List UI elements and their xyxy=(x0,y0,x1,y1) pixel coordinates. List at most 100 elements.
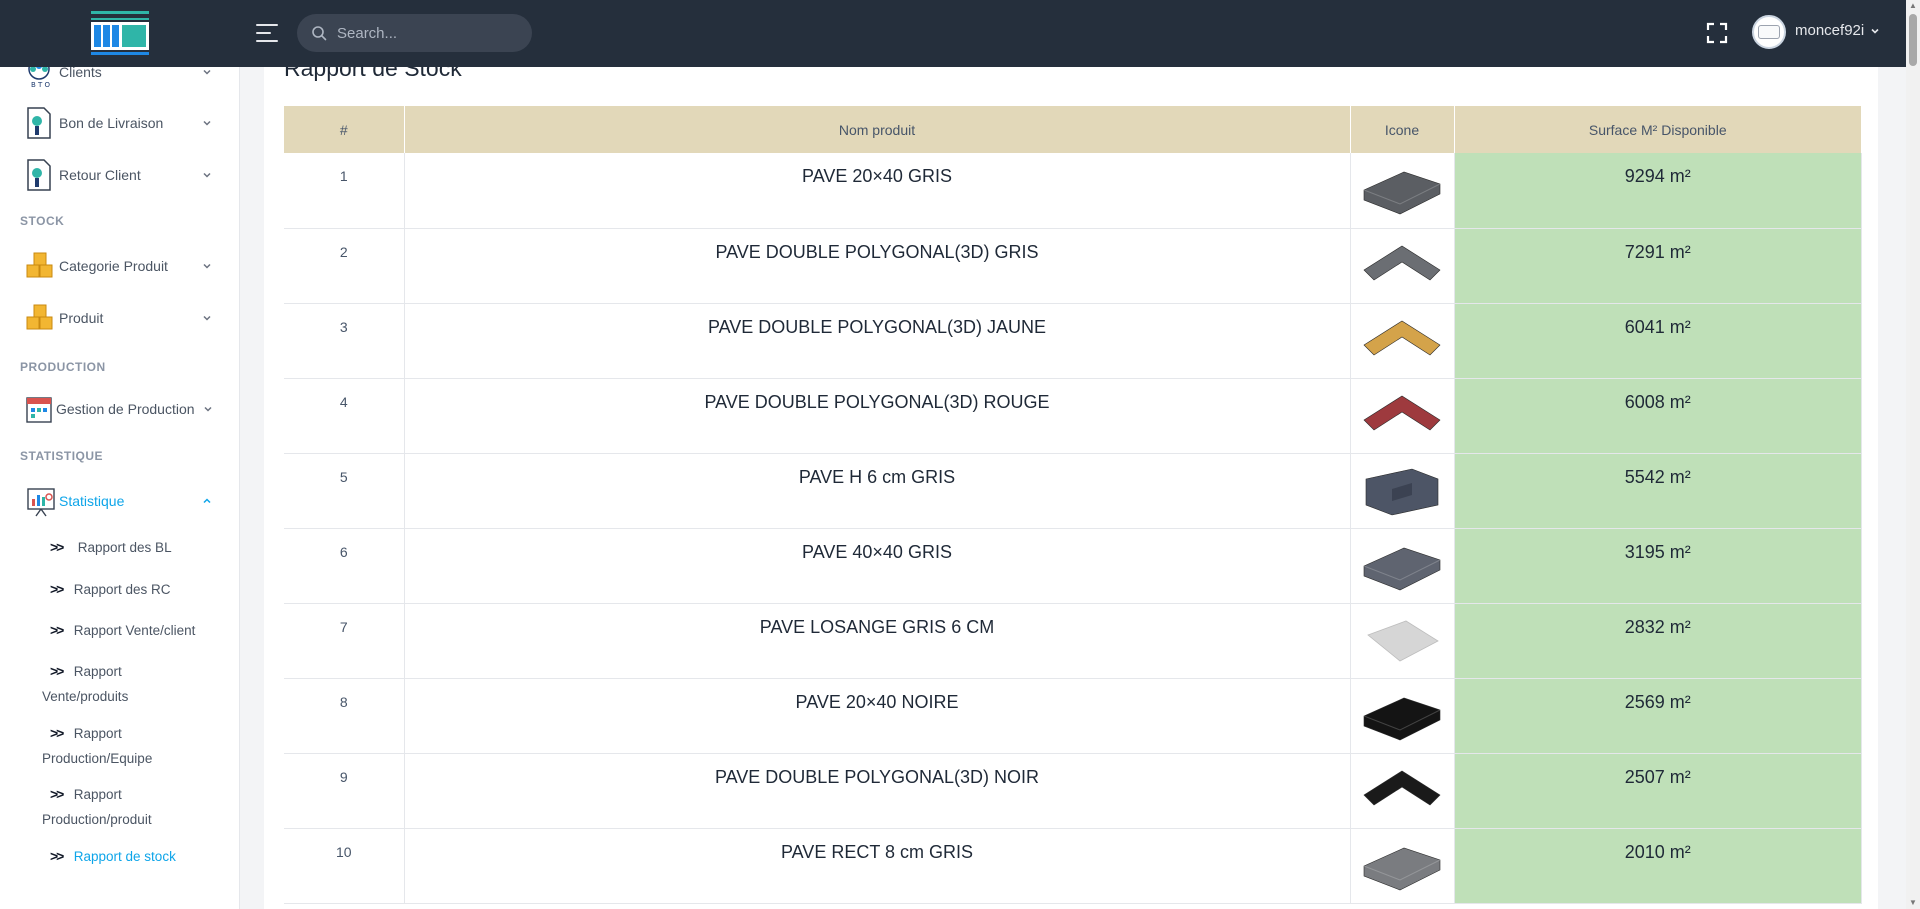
cell-product-name: PAVE RECT 8 cm GRIS xyxy=(404,828,1351,904)
scroll-up-arrow[interactable]: ▲ xyxy=(1909,2,1917,10)
production-calendar-icon xyxy=(26,397,52,423)
column-header-index[interactable]: # xyxy=(284,106,405,153)
sidebar: B T O Clients Bon de Livraison Retour Cl… xyxy=(0,67,240,909)
table-header-row: # Nom produit Icone Surface M² Disponibl… xyxy=(284,106,1862,153)
cell-product-name: PAVE 20×40 NOIRE xyxy=(404,678,1351,754)
cell-index: 6 xyxy=(284,528,405,604)
sidebar-subitem-rapport-bl[interactable]: >> Rapport des BL xyxy=(50,535,230,560)
chevron-down-icon xyxy=(204,406,212,412)
paver-rect-gray-icon xyxy=(1362,171,1442,222)
paver-h-gray-icon xyxy=(1362,468,1442,523)
cell-surface: 7291 m² xyxy=(1454,228,1862,304)
cell-index: 2 xyxy=(284,228,405,304)
hamburger-line xyxy=(256,24,278,26)
sidebar-item-label: Gestion de Production xyxy=(56,401,195,417)
column-header-surface[interactable]: Surface M² Disponible xyxy=(1454,106,1862,153)
table-row[interactable]: 4 PAVE DOUBLE POLYGONAL(3D) ROUGE 6008 m² xyxy=(284,378,1862,454)
paver-rect-black-icon xyxy=(1362,697,1442,748)
cell-product-name: PAVE DOUBLE POLYGONAL(3D) GRIS xyxy=(404,228,1351,304)
cell-icon xyxy=(1350,378,1455,454)
cell-index: 7 xyxy=(284,603,405,679)
table-row[interactable]: 3 PAVE DOUBLE POLYGONAL(3D) JAUNE 6041 m² xyxy=(284,303,1862,379)
cell-icon xyxy=(1350,453,1455,529)
paver-square-gray-icon xyxy=(1362,547,1442,598)
table-row[interactable]: 5 PAVE H 6 cm GRIS 5542 m² xyxy=(284,453,1862,529)
subitem-label: Rapport xyxy=(73,664,122,679)
cell-icon xyxy=(1350,528,1455,604)
sidebar-subitem-rapport-rc[interactable]: >> Rapport des RC xyxy=(50,577,230,602)
cell-index: 8 xyxy=(284,678,405,754)
cell-product-name: PAVE DOUBLE POLYGONAL(3D) NOIR xyxy=(404,753,1351,829)
sidebar-subitem-rapport-production-equipe[interactable]: >> Rapport Production/Equipe xyxy=(42,721,230,771)
user-menu[interactable]: moncef92i xyxy=(1795,22,1880,39)
section-statistique: STATISTIQUE xyxy=(20,449,104,463)
paver-chevron-black-icon xyxy=(1362,770,1442,823)
chevron-down-icon xyxy=(203,172,211,178)
sidebar-item-bon-de-livraison[interactable]: Bon de Livraison xyxy=(0,103,239,143)
menu-toggle-button[interactable] xyxy=(254,21,280,45)
scroll-thumb[interactable] xyxy=(1909,14,1917,66)
sidebar-item-gestion-de-production[interactable]: Gestion de Production xyxy=(0,389,239,429)
subitem-label: Rapport xyxy=(73,787,122,802)
chevron-down-icon xyxy=(203,120,211,126)
section-production: PRODUCTION xyxy=(20,360,106,374)
cell-surface: 6041 m² xyxy=(1454,303,1862,379)
double-chevron-icon: >> xyxy=(50,725,64,741)
table-row[interactable]: 9 PAVE DOUBLE POLYGONAL(3D) NOIR 2507 m² xyxy=(284,753,1862,829)
paver-chevron-red-icon xyxy=(1362,395,1442,448)
cell-icon xyxy=(1350,153,1455,229)
cell-surface: 2569 m² xyxy=(1454,678,1862,754)
table-row[interactable]: 7 PAVE LOSANGE GRIS 6 CM 2832 m² xyxy=(284,603,1862,679)
avatar[interactable] xyxy=(1752,15,1786,49)
cell-surface: 6008 m² xyxy=(1454,378,1862,454)
top-bar: moncef92i xyxy=(0,0,1906,67)
sidebar-item-statistique[interactable]: Statistique xyxy=(0,481,239,521)
sidebar-item-categorie-produit[interactable]: Categorie Produit xyxy=(0,246,239,286)
stock-table: # Nom produit Icone Surface M² Disponibl… xyxy=(284,106,1862,904)
search-box[interactable] xyxy=(297,14,532,52)
table-row[interactable]: 10 PAVE RECT 8 cm GRIS 2010 m² xyxy=(284,828,1862,904)
column-header-name[interactable]: Nom produit xyxy=(404,106,1351,153)
cell-index: 5 xyxy=(284,453,405,529)
table-row[interactable]: 2 PAVE DOUBLE POLYGONAL(3D) GRIS 7291 m² xyxy=(284,228,1862,304)
sidebar-item-produit[interactable]: Produit xyxy=(0,298,239,338)
search-icon xyxy=(312,26,327,41)
table-row[interactable]: 1 PAVE 20×40 GRIS 9294 m² xyxy=(284,153,1862,229)
double-chevron-icon: >> xyxy=(50,539,64,555)
chevron-down-icon xyxy=(203,69,211,75)
sidebar-subitem-rapport-de-stock[interactable]: >> Rapport de stock xyxy=(50,844,230,869)
sidebar-subitem-rapport-production-produit[interactable]: >> Rapport Production/produit xyxy=(42,782,230,832)
double-chevron-icon: >> xyxy=(50,848,64,864)
search-input[interactable] xyxy=(337,24,517,42)
company-logo[interactable] xyxy=(87,7,153,61)
delivery-note-icon xyxy=(27,107,51,139)
table-row[interactable]: 8 PAVE 20×40 NOIRE 2569 m² xyxy=(284,678,1862,754)
table-row[interactable]: 6 PAVE 40×40 GRIS 3195 m² xyxy=(284,528,1862,604)
scroll-down-arrow[interactable]: ▼ xyxy=(1909,899,1917,907)
sidebar-item-clients[interactable]: B T O Clients xyxy=(0,67,239,92)
section-stock: STOCK xyxy=(20,214,65,228)
cell-surface: 2507 m² xyxy=(1454,753,1862,829)
statistics-board-icon xyxy=(27,488,55,517)
subitem-label-line2: Production/Equipe xyxy=(42,751,153,766)
sidebar-subitem-rapport-vente-produits[interactable]: >> Rapport Vente/produits xyxy=(42,659,230,709)
subitem-label: Rapport Vente/client xyxy=(73,623,196,638)
sidebar-item-label: Produit xyxy=(59,310,104,326)
cell-index: 9 xyxy=(284,753,405,829)
boxes-icon xyxy=(26,252,53,278)
sidebar-item-label: Categorie Produit xyxy=(59,258,168,274)
paver-diamond-light-icon xyxy=(1362,620,1442,673)
sidebar-item-retour-client[interactable]: Retour Client xyxy=(0,155,239,195)
column-header-icon[interactable]: Icone xyxy=(1350,106,1455,153)
hamburger-line xyxy=(256,32,272,34)
fullscreen-icon[interactable] xyxy=(1705,21,1729,45)
double-chevron-icon: >> xyxy=(50,663,64,679)
page-scrollbar[interactable]: ▲ ▼ xyxy=(1906,0,1920,909)
sidebar-item-label: Bon de Livraison xyxy=(59,115,164,131)
double-chevron-icon: >> xyxy=(50,786,64,802)
hamburger-line xyxy=(256,40,278,42)
sidebar-subitem-rapport-vente-client[interactable]: >> Rapport Vente/client xyxy=(50,618,230,643)
cell-product-name: PAVE DOUBLE POLYGONAL(3D) JAUNE xyxy=(404,303,1351,379)
clients-icon: B T O xyxy=(28,67,51,89)
paver-rect-8cm-gray-icon xyxy=(1362,847,1442,898)
